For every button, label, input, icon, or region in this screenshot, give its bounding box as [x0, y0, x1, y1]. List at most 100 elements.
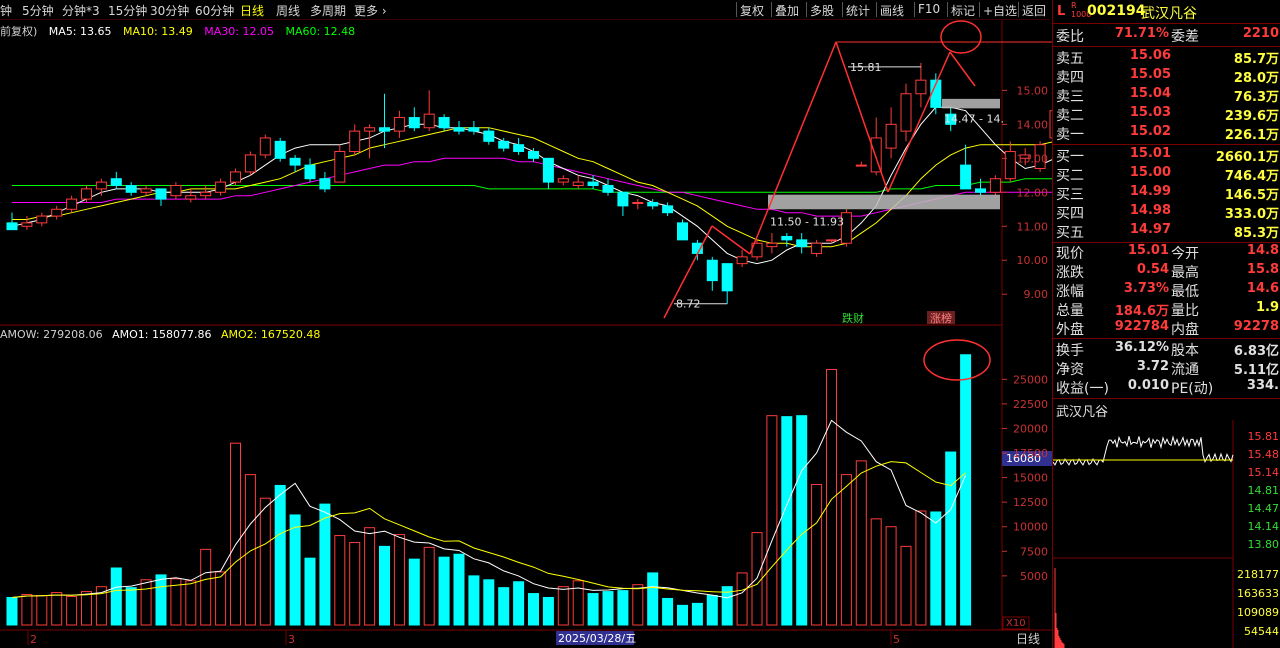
volume-bar-up — [840, 474, 852, 626]
stat-label: 涨幅 — [1056, 284, 1084, 300]
volume-tick-label: 22500 — [1013, 398, 1048, 411]
wc-label: 委差 — [1171, 29, 1199, 45]
candle-up — [572, 181, 584, 186]
candle-up — [51, 208, 63, 217]
volume-bar-up — [766, 415, 778, 626]
candle-up — [915, 79, 927, 95]
mini-price-label: 15.48 — [1248, 448, 1280, 461]
volume-bar-down — [125, 587, 137, 626]
stat-row: 收益(一) 0.010 PE(动) 334. — [1053, 378, 1280, 397]
volume-highlight-circle — [923, 339, 991, 381]
volume-bar-down — [602, 591, 614, 626]
ask-price: 15.03 — [1129, 105, 1171, 120]
candle-up — [21, 222, 33, 227]
mini-volume-label: 109089 — [1237, 606, 1279, 619]
candle-up — [36, 215, 48, 224]
bid-volume: 146.5万 — [1224, 188, 1279, 203]
stat-row: 净资 3.72 流通 5.11亿 — [1053, 359, 1280, 378]
divider — [1053, 338, 1280, 339]
volume-bar-down — [453, 553, 465, 626]
candle-up — [885, 123, 897, 149]
volume-bar-up — [66, 596, 78, 626]
volume-bar-down — [304, 557, 316, 626]
volume-bar-down — [706, 595, 718, 626]
candle-up — [349, 130, 361, 153]
volume-bar-up — [230, 442, 241, 626]
volume-bar-up — [244, 474, 256, 626]
event-tag-financial: 跌财 — [842, 311, 864, 325]
volume-bar-down — [677, 604, 688, 626]
volume-bar-up — [826, 368, 837, 626]
candle-down — [379, 127, 390, 132]
candle-up — [334, 151, 346, 183]
stock-name[interactable]: 武汉凡谷 — [1141, 3, 1197, 23]
mini-price-label: 13.80 — [1248, 538, 1280, 551]
candle-up — [900, 93, 912, 132]
volume-bar-down — [468, 575, 480, 626]
price-tick-label: 14.00 — [1017, 118, 1049, 131]
stat-label: PE(动) — [1171, 381, 1214, 397]
volume-tick-label: 7500 — [1020, 545, 1048, 558]
price-tick-label: 13.00 — [1017, 152, 1049, 165]
volume-bar-up — [811, 483, 823, 626]
x-axis-label: 3 — [288, 633, 295, 646]
candle-up — [989, 178, 1001, 193]
candle-down — [513, 144, 525, 153]
candle-down — [706, 259, 718, 282]
volume-bar-down — [319, 503, 331, 626]
candle-down — [542, 157, 554, 183]
price-tick-label: 15.00 — [1017, 84, 1049, 97]
stat-value: 36.12% — [1114, 340, 1169, 355]
volume-legend: AMOW: 279208.06 AMO1: 158077.86 AMO2: 16… — [0, 328, 326, 341]
x-axis-label: 5 — [893, 633, 900, 646]
wb-value: 71.71% — [1114, 26, 1169, 41]
candle-up — [200, 191, 212, 197]
candle-down — [438, 117, 450, 129]
bid-price: 15.01 — [1129, 146, 1171, 161]
stat-label: 收益(一) — [1056, 381, 1109, 397]
stat-value: 0.54 — [1136, 262, 1169, 277]
candle-down — [647, 201, 659, 207]
stat-label: 量比 — [1171, 303, 1199, 319]
volume-bar-up — [736, 572, 748, 626]
volume-bar-up — [885, 526, 897, 626]
stat-label: 今开 — [1171, 246, 1199, 262]
candle-up — [855, 164, 867, 167]
x-axis-label: 2 — [30, 633, 37, 646]
candle-up — [423, 113, 435, 129]
stat-value: 334. — [1246, 378, 1279, 393]
kline-chart: 15.818.7214.47 - 14.11.50 - 11.93跌财 涨榜160… — [0, 20, 1052, 646]
bid-price: 14.99 — [1129, 184, 1171, 199]
ask-volume: 28.0万 — [1233, 71, 1279, 86]
volume-tick-label: 5000 — [1020, 570, 1048, 583]
bid-label: 买一 — [1056, 149, 1084, 165]
bid-row: 买二 15.00 746.4万 — [1053, 165, 1280, 184]
candle-down — [677, 222, 688, 241]
volume-tick-label: 12500 — [1013, 496, 1048, 509]
ask-price: 15.06 — [1129, 48, 1171, 63]
candle-down — [408, 117, 420, 129]
stat-row: 涨跌 0.54 最高 15.8 — [1053, 262, 1280, 281]
candle-down — [617, 191, 629, 207]
mini-volume-label: 54544 — [1244, 625, 1279, 638]
bid-price: 14.98 — [1129, 203, 1171, 218]
candle-up — [170, 184, 182, 197]
stock-code[interactable]: 002194 — [1087, 3, 1145, 19]
ma-legend-prefix: 前复权) — [0, 25, 38, 38]
volume-bar-down — [408, 558, 420, 626]
volume-bar-up — [81, 591, 92, 626]
stat-value: 15.8 — [1246, 262, 1279, 277]
price-tick-label: 9.00 — [1024, 288, 1049, 301]
mini-price-label: 14.14 — [1248, 520, 1280, 533]
stat-label: 外盘 — [1056, 322, 1084, 338]
volume-bar-up — [259, 497, 271, 626]
candle-down — [528, 151, 539, 159]
stat-label: 总量 — [1056, 303, 1084, 319]
wc-value: 2210 — [1242, 26, 1279, 41]
divider — [1053, 144, 1280, 145]
stat-value: 6.83亿 — [1233, 344, 1279, 359]
ask-row: 卖四 15.05 28.0万 — [1053, 67, 1280, 86]
support-band — [768, 194, 1000, 210]
trend-arrow-line — [949, 51, 976, 87]
stat-label: 最高 — [1171, 265, 1199, 281]
